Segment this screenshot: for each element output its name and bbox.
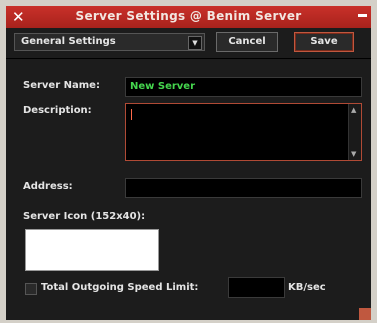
- settings-category-dropdown[interactable]: General Settings ▼: [14, 33, 205, 51]
- address-label: Address:: [23, 181, 73, 192]
- resize-grip[interactable]: [359, 308, 371, 320]
- chevron-down-icon[interactable]: ▼: [188, 36, 202, 50]
- description-scrollbar[interactable]: ▲ ▼: [348, 104, 361, 160]
- toolbar-divider: [6, 58, 371, 59]
- cancel-button[interactable]: Cancel: [216, 32, 278, 52]
- scroll-up-icon[interactable]: ▲: [351, 106, 356, 114]
- server-name-value: New Server: [130, 81, 196, 92]
- window-title: Server Settings @ Benim Server: [75, 9, 302, 23]
- dropdown-value: General Settings: [21, 36, 116, 47]
- server-icon-picker[interactable]: [25, 229, 159, 271]
- description-textarea[interactable]: ▲ ▼: [125, 103, 362, 161]
- server-name-field[interactable]: New Server: [125, 77, 362, 97]
- speed-unit-label: KB/sec: [288, 282, 326, 293]
- save-button[interactable]: Save: [294, 32, 354, 52]
- server-icon-label: Server Icon (152x40):: [23, 211, 146, 222]
- server-name-label: Server Name:: [23, 80, 100, 91]
- speed-limit-field[interactable]: [228, 277, 285, 298]
- speed-limit-label: Total Outgoing Speed Limit:: [41, 282, 199, 293]
- text-caret: [131, 109, 132, 120]
- scroll-down-icon[interactable]: ▼: [351, 150, 356, 158]
- address-field[interactable]: [125, 178, 362, 198]
- description-label: Description:: [23, 105, 92, 116]
- title-bar[interactable]: ✕ Server Settings @ Benim Server: [6, 6, 371, 28]
- minimize-icon[interactable]: [358, 14, 367, 17]
- speed-limit-checkbox[interactable]: [25, 283, 37, 295]
- settings-panel: [6, 28, 371, 320]
